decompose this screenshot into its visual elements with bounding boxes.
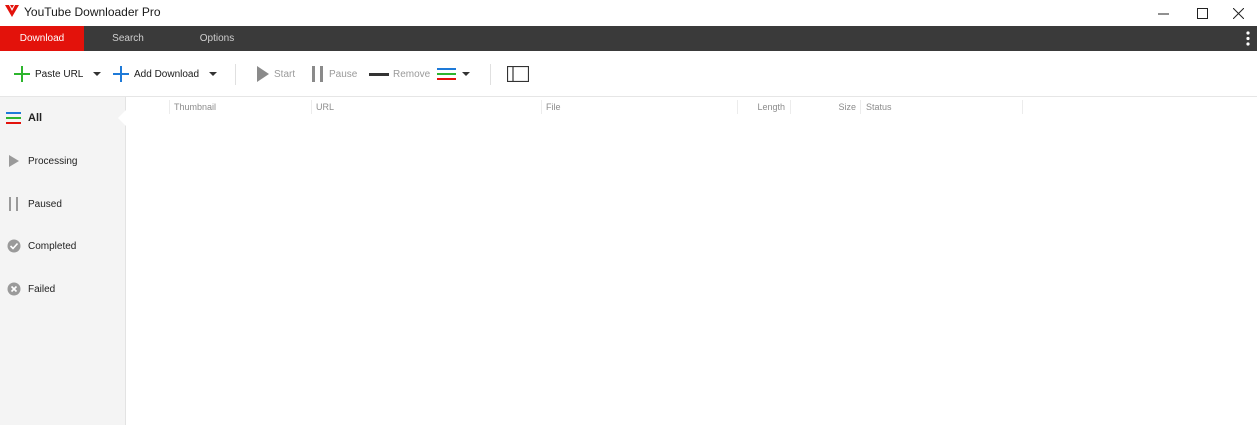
column-divider [311, 100, 312, 114]
column-status[interactable]: Status [866, 97, 1016, 117]
start-label: Start [274, 68, 296, 80]
download-table-header: Thumbnail URL File Length Size Status [127, 97, 1257, 117]
paste-url-dropdown[interactable] [93, 51, 101, 97]
window-title: YouTube Downloader Pro [24, 5, 161, 19]
selection-pointer [118, 110, 126, 126]
panel-toggle-icon [507, 66, 529, 82]
sidebar-item-label: Completed [28, 240, 77, 252]
sidebar-item-label: All [28, 112, 43, 124]
maximize-icon [1196, 7, 1208, 19]
sidebar-item-completed[interactable]: Completed [0, 234, 118, 258]
column-divider [169, 100, 170, 114]
toolbar-divider [490, 64, 491, 85]
list-menu-icon [437, 68, 456, 80]
column-divider [541, 100, 542, 114]
sidebar-item-failed[interactable]: Failed [0, 277, 118, 301]
app-logo-icon [5, 5, 19, 17]
pause-icon [312, 66, 323, 82]
close-icon [1232, 7, 1244, 19]
sidebar-item-processing[interactable]: Processing [0, 149, 118, 173]
column-divider [737, 100, 738, 114]
column-divider [1022, 100, 1023, 114]
paste-url-label: Paste URL [35, 68, 84, 80]
pause-button[interactable]: Pause [311, 51, 357, 97]
toolbar-divider [235, 64, 236, 85]
column-size[interactable]: Size [793, 97, 856, 117]
minus-icon [369, 73, 389, 76]
vertical-dots-icon[interactable] [1245, 29, 1251, 48]
tab-search[interactable]: Search [84, 26, 172, 51]
tab-options[interactable]: Options [172, 26, 262, 51]
column-length[interactable]: Length [739, 97, 785, 117]
sidebar-item-label: Processing [28, 155, 78, 167]
add-download-label: Add Download [134, 68, 200, 80]
minimize-button[interactable] [1144, 0, 1182, 26]
sidebar-item-label: Paused [28, 198, 62, 210]
chevron-down-icon [209, 72, 217, 76]
x-circle-icon [4, 279, 24, 299]
column-divider [860, 100, 861, 114]
pause-icon [4, 194, 24, 214]
column-thumbnail[interactable]: Thumbnail [174, 97, 304, 117]
add-download-button[interactable]: Add Download [112, 51, 199, 97]
maximize-button[interactable] [1183, 0, 1221, 26]
pause-label: Pause [329, 68, 358, 80]
menu-bar: Download Search Options [0, 26, 1257, 51]
column-divider [790, 100, 791, 114]
column-file[interactable]: File [546, 97, 736, 117]
download-table-body[interactable] [127, 117, 1257, 425]
sidebar: All Processing Paused Completed Failed [0, 97, 126, 425]
play-icon [4, 151, 24, 171]
start-button[interactable]: Start [256, 51, 295, 97]
plus-icon [113, 66, 129, 82]
close-button[interactable] [1219, 0, 1257, 26]
chevron-down-icon [93, 72, 101, 76]
check-circle-icon [4, 236, 24, 256]
chevron-down-icon [462, 72, 470, 76]
minimize-icon [1157, 13, 1169, 14]
panel-toggle-button[interactable] [507, 51, 529, 97]
paste-url-button[interactable]: Paste URL [13, 51, 83, 97]
list-menu-button[interactable] [437, 51, 471, 97]
sidebar-item-paused[interactable]: Paused [0, 192, 118, 216]
add-download-dropdown[interactable] [209, 51, 217, 97]
tab-download[interactable]: Download [0, 26, 84, 51]
sidebar-item-label: Failed [28, 283, 56, 295]
play-icon [257, 66, 269, 82]
sidebar-item-all[interactable]: All [0, 106, 118, 130]
toolbar: Paste URL Add Download Start Pause Remov… [0, 51, 1257, 97]
list-icon [4, 108, 24, 128]
remove-label: Remove [393, 68, 431, 80]
title-bar: YouTube Downloader Pro [0, 0, 1257, 26]
plus-icon [14, 66, 30, 82]
column-url[interactable]: URL [316, 97, 536, 117]
remove-button[interactable]: Remove [369, 51, 430, 97]
